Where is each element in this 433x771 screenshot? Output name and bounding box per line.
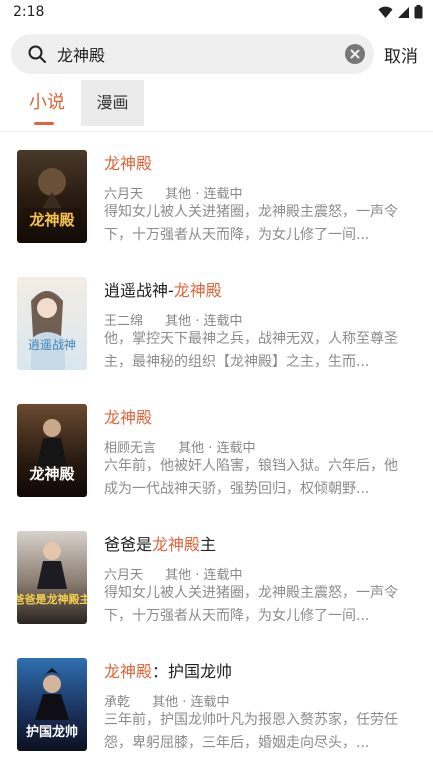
result-item[interactable]: 爸爸是龙神殿主 爸爸是龙神殿主 六月天 其他 · 连载中 得知女儿被人关进猪圈，… [0,527,433,627]
book-description: 六年前，他被奸人陷害，锒铛入狱。六年后，他成为一代战神天骄，强势回归，权倾朝野.… [104,458,398,497]
active-tab-indicator [34,122,54,125]
title-text: ：护国龙帅 [152,662,233,681]
book-description: 得知女儿被人关进猪圈，龙神殿主震怒，一声令下，十万强者从天而降，为女儿修了一间.… [104,585,398,624]
cancel-button[interactable]: 取消 [384,42,418,67]
book-cover-title: 护国龙帅 [26,724,78,740]
book-category-status: 其他 · 连载中 [178,441,256,456]
result-item[interactable]: 龙神殿 龙神殿 相顾无言 其他 · 连载中 六年前，他被奸人陷害，锒铛入狱。六年… [0,400,433,500]
book-author: 承乾 [104,695,131,710]
book-cover: 护国龙帅 [17,658,87,751]
book-cover: 龙神殿 [17,404,87,497]
status-icons [378,5,423,19]
title-highlight: 龙神殿 [104,154,153,173]
book-author: 六月天 [104,568,144,583]
wifi-icon [378,6,393,18]
book-cover: 龙神殿 [17,150,87,243]
book-author: 六月天 [104,187,144,202]
book-description: 三年前，护国龙帅叶凡为报恩入赘苏家，任劳任怨，卑躬屈膝，三年后，婚姻走向尽头，.… [104,712,398,751]
result-item[interactable]: 龙神殿 龙神殿 六月天 其他 · 连载中 得知女儿被人关进猪圈，龙神殿主震怒，一… [0,146,433,246]
title-highlight: 龙神殿 [104,662,153,681]
book-author: 王二绵 [104,314,144,329]
book-author: 相顾无言 [104,441,157,456]
book-description: 得知女儿被人关进猪圈，龙神殿主震怒，一声令下，十万强者从天而降，为女儿修了一间.… [104,204,398,243]
book-cover: 爸爸是龙神殿主 [17,531,87,624]
book-category-status: 其他 · 连载中 [152,695,230,710]
title-text: 逍遥战神- [104,281,174,300]
title-highlight: 龙神殿 [104,408,153,427]
title-highlight: 龙神殿 [152,535,201,554]
book-meta: 六月天 其他 · 连载中 [104,183,243,202]
title-text: 主 [200,535,217,554]
book-description: 他，掌控天下最神之兵，战神无双，人称至尊圣主，最神秘的组织【龙神殿】之主，生而.… [104,331,398,370]
book-meta: 承乾 其他 · 连载中 [104,691,230,710]
clear-icon[interactable] [345,44,365,64]
book-cover: 逍遥战神 [17,277,87,370]
book-cover-title: 爸爸是龙神殿主 [17,592,87,606]
category-tabs: 小说 漫画 [0,80,433,132]
result-item[interactable]: 护国龙帅 龙神殿：护国龙帅 承乾 其他 · 连载中 三年前，护国龙帅叶凡为报恩入… [0,654,433,754]
battery-icon [414,5,423,19]
book-title: 龙神殿 [104,150,152,174]
book-title: 逍遥战神-龙神殿 [104,277,222,301]
status-time: 2:18 [13,4,45,20]
search-input[interactable] [57,34,337,74]
book-category-status: 其他 · 连载中 [165,568,243,583]
search-box[interactable] [11,34,374,74]
search-row: 取消 [0,34,433,76]
book-title: 龙神殿 [104,404,152,428]
book-cover-title: 龙神殿 [28,211,75,229]
title-highlight: 龙神殿 [173,281,222,300]
book-cover-title: 逍遥战神 [28,338,76,352]
book-meta: 六月天 其他 · 连载中 [104,564,243,583]
book-category-status: 其他 · 连载中 [165,187,243,202]
title-text: 爸爸是 [104,535,153,554]
book-title: 爸爸是龙神殿主 [104,531,216,555]
book-category-status: 其他 · 连载中 [165,314,243,329]
tab-comic[interactable]: 漫画 [81,80,144,126]
book-meta: 王二绵 其他 · 连载中 [104,310,243,329]
book-meta: 相顾无言 其他 · 连载中 [104,437,256,456]
status-bar: 2:18 [0,0,433,26]
signal-icon [398,6,409,18]
book-cover-title: 龙神殿 [28,465,75,483]
search-icon [28,45,46,63]
result-item[interactable]: 逍遥战神 逍遥战神-龙神殿 王二绵 其他 · 连载中 他，掌控天下最神之兵，战神… [0,273,433,373]
tab-novel[interactable]: 小说 [16,80,78,126]
book-title: 龙神殿：护国龙帅 [104,658,232,682]
